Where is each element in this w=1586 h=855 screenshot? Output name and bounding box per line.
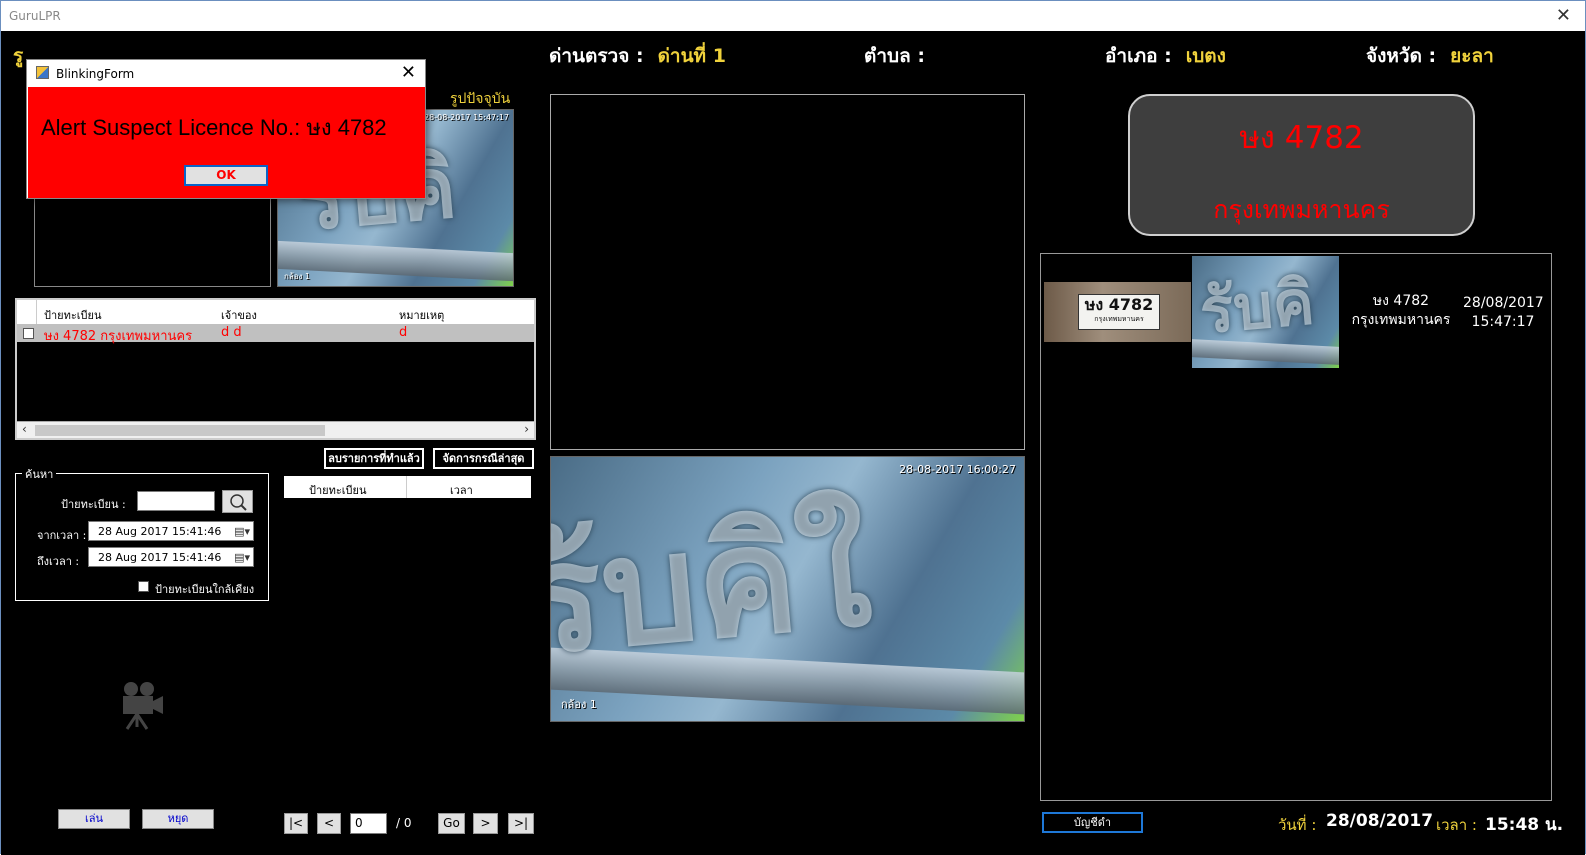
- alert-message: Alert Suspect Licence No.: ษง 4782: [41, 115, 387, 140]
- result-list-header: ป้ายทะเบียน เวลา: [284, 476, 531, 498]
- grid-col-plate[interactable]: ป้ายทะเบียน: [44, 306, 101, 324]
- close-icon[interactable]: ✕: [401, 62, 416, 83]
- row-checkbox[interactable]: [23, 328, 34, 339]
- subdistrict-label: ตำบล :: [864, 45, 925, 67]
- grid-col-owner[interactable]: เจ้าของ: [221, 306, 257, 324]
- search-legend: ค้นหา: [22, 465, 57, 483]
- history-time: 15:47:17: [1471, 314, 1535, 330]
- plate-display: ษง 4782 กรุงเทพมหานคร: [1128, 94, 1475, 236]
- pager-last-button[interactable]: >|: [508, 813, 534, 834]
- search-group: ค้นหา ป้ายทะเบียน : จากเวลา : 28 Aug 201…: [15, 465, 269, 601]
- dialog-body: Alert Suspect Licence No.: ษง 4782 OK: [28, 87, 425, 198]
- province-label: จังหวัด :: [1366, 45, 1437, 67]
- from-time-picker[interactable]: 28 Aug 2017 15:41:46 ▤▾: [88, 521, 254, 541]
- pager-next-button[interactable]: >: [473, 813, 498, 834]
- scroll-thumb[interactable]: [35, 425, 325, 436]
- history-datetime: 28/08/2017 15:47:17: [1463, 294, 1544, 332]
- scroll-left-icon[interactable]: ‹: [22, 422, 27, 436]
- grid-hscrollbar[interactable]: ‹ ›: [17, 421, 534, 438]
- pager-first-button[interactable]: |<: [284, 813, 308, 834]
- camera-timestamp: 28-08-2017 16:00:27: [899, 463, 1016, 476]
- alert-dialog: BlinkingForm ✕ Alert Suspect Licence No.…: [26, 59, 426, 199]
- time-value: 15:48 น.: [1485, 815, 1564, 835]
- header-left-label: รู: [13, 45, 24, 67]
- plate-search-input[interactable]: [137, 491, 215, 511]
- result-col-time[interactable]: เวลา: [450, 481, 473, 499]
- plate-number: ษง 4782: [1239, 120, 1364, 156]
- ok-button[interactable]: OK: [184, 165, 268, 186]
- calendar-dropdown-icon[interactable]: ▤▾: [234, 551, 250, 564]
- window-title: GuruLPR: [9, 9, 61, 23]
- district-field: อำเภอ : เบตง: [1105, 41, 1226, 71]
- latest-case-button[interactable]: จัดการกรณีล่าสุด: [432, 447, 535, 470]
- checkpoint-label: ด่านตรวจ :: [549, 45, 644, 67]
- plate-search-label: ป้ายทะเบียน :: [61, 498, 126, 511]
- row-plate: ษง 4782 กรุงเทพมหานคร: [44, 329, 193, 344]
- result-col-plate[interactable]: ป้ายทะเบียน: [309, 481, 366, 499]
- district-value: เบตง: [1185, 45, 1226, 67]
- from-time-label: จากเวลา :: [37, 529, 87, 542]
- district-label: อำเภอ :: [1105, 45, 1172, 67]
- movie-camera-icon: [123, 682, 163, 730]
- blacklist-button[interactable]: บัญชีดำ: [1041, 811, 1144, 834]
- history-date: 28/08/2017: [1463, 295, 1544, 311]
- province-value: ยะลา: [1450, 45, 1494, 67]
- delete-done-button[interactable]: ลบรายการที่ทำแล้ว: [323, 447, 425, 470]
- history-crop-province: กรุงเทพมหานคร: [1094, 315, 1144, 323]
- current-image-label: รูปปัจจุบัน: [450, 91, 511, 107]
- similar-plate-label: ป้ายทะเบียนใกล้เคียง: [155, 583, 255, 596]
- dialog-title: BlinkingForm: [56, 67, 135, 81]
- play-button[interactable]: เล่น: [58, 809, 130, 829]
- app-form-icon: [36, 66, 49, 79]
- subdistrict-field: ตำบล :: [864, 41, 939, 71]
- history-vehicle-thumb[interactable]: รับคิ: [1192, 256, 1339, 368]
- plate-capture-panel: [550, 94, 1025, 450]
- grid-header: ป้ายทะเบียน เจ้าของ หมายเหตุ: [17, 300, 534, 324]
- calendar-dropdown-icon[interactable]: ▤▾: [234, 525, 250, 538]
- province-field: จังหวัด : ยะลา: [1366, 41, 1494, 71]
- plate-province: กรุงเทพมหานคร: [1213, 195, 1390, 224]
- row-owner: d d: [221, 325, 242, 340]
- checkpoint-value: ด่านที่ 1: [657, 45, 726, 67]
- camera-name: กล้อง 1: [561, 698, 597, 711]
- history-plate: ษง 4782: [1372, 293, 1430, 309]
- date-value: 28/08/2017: [1326, 811, 1434, 831]
- to-time-picker[interactable]: 28 Aug 2017 15:41:46 ▤▾: [88, 547, 254, 567]
- time-label: เวลา :: [1436, 816, 1477, 834]
- title-bar: GuruLPR ✕: [1, 1, 1585, 31]
- current-image-camera: กล้อง 1: [284, 272, 311, 281]
- search-button[interactable]: [222, 490, 253, 513]
- page-number-input[interactable]: 0: [350, 813, 387, 834]
- page-total: / 0: [396, 816, 412, 830]
- dialog-title-bar: BlinkingForm ✕: [27, 60, 425, 87]
- checkpoint-field: ด่านตรวจ : ด่านที่ 1: [549, 41, 726, 71]
- stop-button[interactable]: หยุด: [142, 809, 214, 829]
- search-icon: [230, 494, 247, 511]
- history-plate-crop[interactable]: ษง 4782 กรุงเทพมหานคร: [1044, 282, 1191, 342]
- pager-go-button[interactable]: Go: [438, 813, 465, 834]
- date-label: วันที่ :: [1278, 816, 1317, 834]
- similar-plate-checkbox[interactable]: [138, 581, 149, 592]
- to-time-label: ถึงเวลา :: [37, 555, 80, 568]
- history-province: กรุงเทพมหานคร: [1351, 312, 1451, 328]
- row-note: d: [399, 325, 408, 340]
- current-image-stamp: 28-08-2017 15:47:17: [424, 113, 509, 122]
- close-icon[interactable]: ✕: [1556, 5, 1571, 26]
- table-row[interactable]: ษง 4782 กรุงเทพมหานคร d d d: [17, 324, 534, 344]
- app-window: GuruLPR ✕ รู ด่านตรวจ : ด่านที่ 1 ตำบล : …: [0, 0, 1586, 855]
- from-time-value: 28 Aug 2017 15:41:46: [98, 525, 222, 538]
- camera-feed: ร้บคิใ 28-08-2017 16:00:27 กล้อง 1: [550, 456, 1025, 722]
- pager-prev-button[interactable]: <: [317, 813, 341, 834]
- detection-history[interactable]: ษง 4782 กรุงเทพมหานคร รับคิ ษง 4782 กรุง…: [1040, 253, 1552, 801]
- history-plate-info: ษง 4782 กรุงเทพมหานคร: [1341, 292, 1461, 330]
- grid-col-note[interactable]: หมายเหตุ: [399, 306, 444, 324]
- suspect-grid[interactable]: ป้ายทะเบียน เจ้าของ หมายเหตุ ษง 4782 กรุ…: [15, 298, 536, 440]
- scroll-right-icon[interactable]: ›: [524, 422, 529, 436]
- main-area: รู ด่านตรวจ : ด่านที่ 1 ตำบล : อำเภอ : เบต…: [1, 31, 1585, 855]
- to-time-value: 28 Aug 2017 15:41:46: [98, 551, 222, 564]
- history-crop-plate: ษง 4782: [1084, 295, 1154, 314]
